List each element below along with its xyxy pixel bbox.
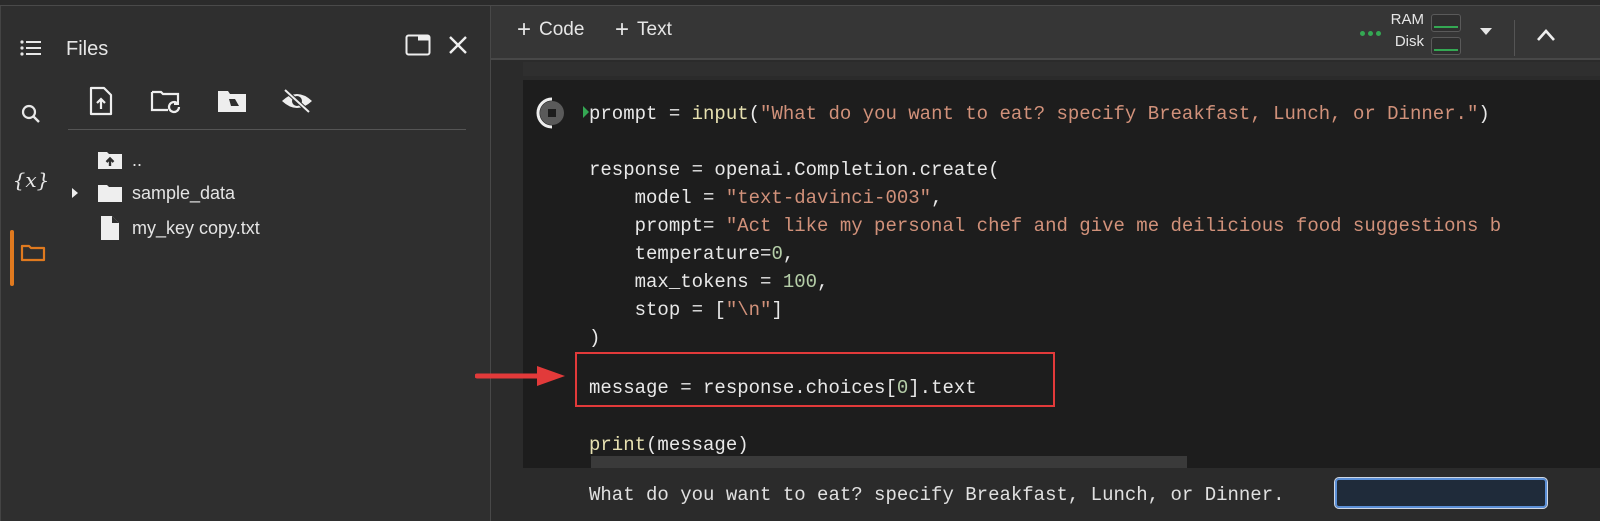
code-line: prompt = input("What do you want to eat?… [589,103,1490,125]
list-icon [20,40,41,56]
file-item-parent[interactable]: .. [58,145,142,175]
open-in-tab-button[interactable] [403,30,433,60]
folder-icon [98,185,122,202]
cell-spacer [523,62,1600,76]
disk-sparkline [1431,37,1461,55]
caret-right-icon [72,188,78,198]
plus-icon: + [517,16,532,43]
chevron-up-icon [1537,29,1555,41]
horizontal-scrollbar[interactable] [591,456,1187,468]
ram-label: RAM [1390,11,1424,28]
rail-search-button[interactable] [15,98,47,130]
file-name: .. [132,149,143,170]
eye-off-icon [282,88,312,114]
plus-icon: + [615,16,630,43]
toolbar-divider [68,129,466,130]
file-item-folder[interactable]: sample_data [58,178,235,208]
resource-dropdown-icon[interactable] [1480,28,1492,35]
refresh-button[interactable] [149,84,183,118]
stdin-input[interactable] [1334,477,1548,509]
files-panel: Files .. sample_data my_key copy.txt [58,6,491,521]
close-panel-button[interactable] [443,30,473,60]
window-icon [405,34,431,56]
folder-refresh-icon [150,90,181,114]
rail-toc-button[interactable] [15,32,47,64]
mount-drive-button[interactable] [215,84,249,118]
code-line: prompt= "Act like my personal chef and g… [589,215,1502,237]
active-indicator [10,230,14,286]
expand-caret[interactable] [68,187,82,199]
side-rail: {x} [0,6,59,521]
file-name: sample_data [132,182,236,203]
code-cell[interactable]: prompt = input("What do you want to eat?… [523,80,1600,468]
parent-folder-icon [98,152,122,169]
add-text-button[interactable]: + Text [615,18,672,42]
file-item-file[interactable]: my_key copy.txt [58,213,260,243]
code-line: ) [589,327,601,349]
file-icon [101,216,119,240]
code-line: print(message) [589,434,749,456]
rail-files-button[interactable] [17,236,49,268]
close-icon [449,36,467,54]
highlight-annotation [575,352,1055,407]
drive-folder-icon [218,91,246,112]
toolbar-separator [1514,20,1515,56]
add-code-button[interactable]: + Code [517,18,584,42]
code-line: model = "text-davinci-003", [589,187,943,209]
upload-file-icon [89,86,113,116]
toggle-hidden-files-button[interactable] [280,84,314,118]
code-line: stop = ["\n"] [589,299,783,321]
panel-title: Files [66,38,109,60]
code-line: max_tokens = 100, [589,271,829,293]
cell-output: What do you want to eat? specify Breakfa… [523,468,1600,521]
code-line: response = openai.Completion.create( [589,159,1000,181]
notebook-toolbar: + Code + Text RAM Disk [491,6,1600,60]
variables-icon: {x} [12,168,50,192]
upload-file-button[interactable] [84,84,118,118]
notebook-area: + Code + Text RAM Disk prompt = input("W… [491,6,1600,521]
code-line: temperature=0, [589,243,795,265]
collapse-header-button[interactable] [1531,20,1561,50]
ram-sparkline [1431,14,1461,32]
disk-label: Disk [1394,33,1424,50]
file-name: my_key copy.txt [132,217,260,238]
rail-variables-button[interactable]: {x} [12,164,50,196]
stop-execution-button[interactable] [535,96,569,130]
annotation-arrow-icon [475,366,565,386]
search-icon [21,104,40,123]
input-prompt-text: What do you want to eat? specify Breakfa… [589,484,1285,506]
folder-icon [20,244,46,262]
